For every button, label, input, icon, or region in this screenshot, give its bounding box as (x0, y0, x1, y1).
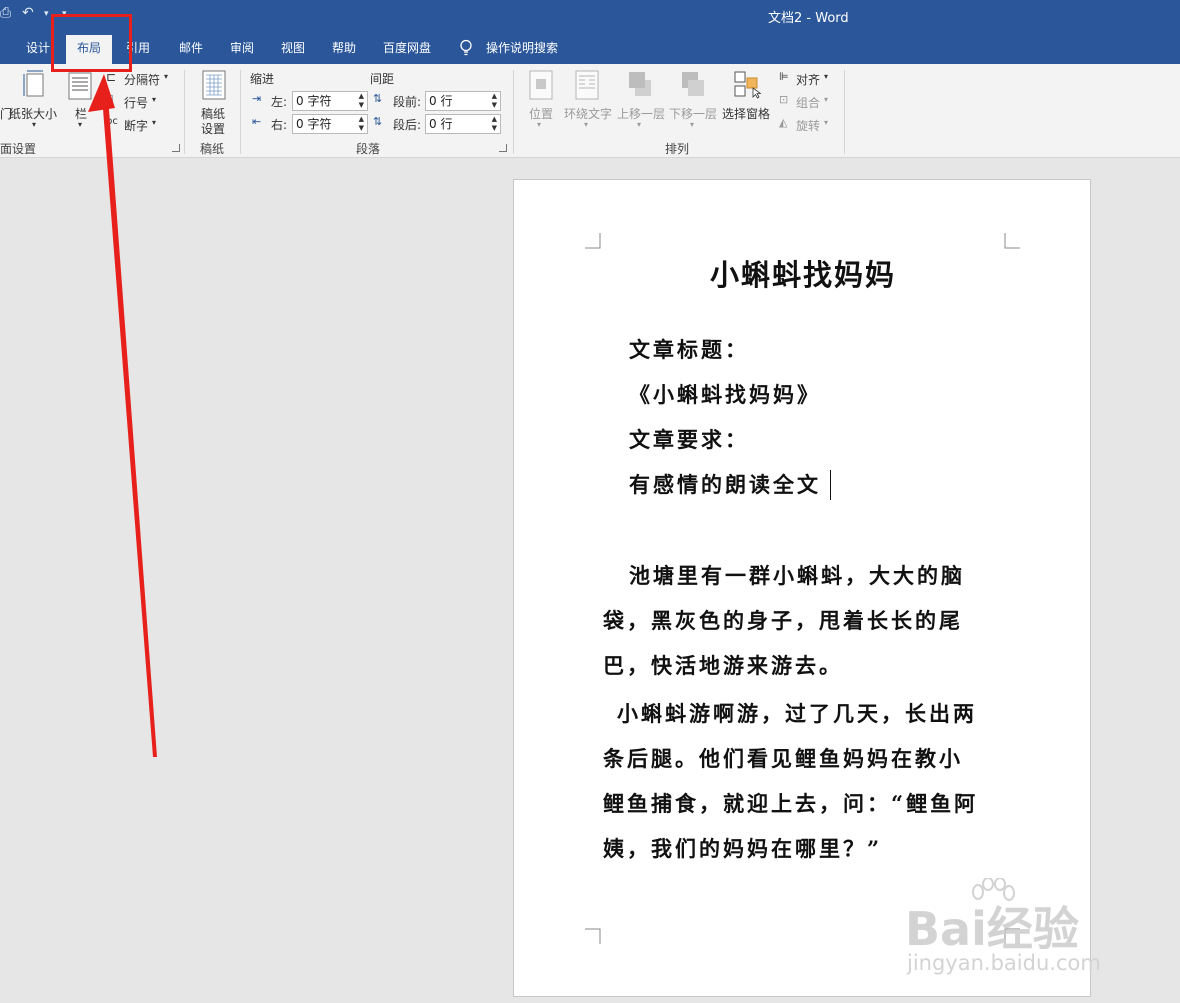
indent-left-label: 左: (271, 95, 288, 109)
rotate-button[interactable]: 旋转 (796, 117, 820, 134)
tab-baidu-netdisk[interactable]: 百度网盘 (383, 35, 438, 64)
group-divider (844, 70, 845, 154)
tab-view[interactable]: 视图 (281, 35, 311, 64)
indent-left-value: 0 字符 (296, 94, 332, 108)
tab-review[interactable]: 审阅 (230, 35, 260, 64)
document-line[interactable]: 池塘里有一群小蝌蚪，大大的脑 (629, 560, 965, 590)
group-icon[interactable]: ⊡ (779, 93, 788, 106)
document-line[interactable]: 有感情的朗读全文 (629, 469, 821, 499)
bring-forward-icon[interactable] (627, 70, 653, 100)
document-line[interactable]: 小蝌蚪游啊游，过了几天，长出两 (617, 698, 977, 728)
spacing-after-input[interactable]: 0 行 ▲ ▼ (425, 114, 501, 134)
send-backward-icon[interactable] (680, 70, 706, 100)
send-backward-dropdown-icon[interactable]: ▾ (690, 120, 694, 129)
group-divider (513, 70, 514, 154)
position-icon[interactable] (529, 70, 553, 100)
spinner-arrows-icon[interactable]: ▲ ▼ (492, 115, 497, 133)
rotate-dropdown-icon[interactable]: ▾ (824, 118, 828, 127)
align-button[interactable]: 对齐 (796, 71, 820, 88)
document-title[interactable]: 小蝌蚪找妈妈 (514, 252, 1092, 294)
align-dropdown-icon[interactable]: ▾ (824, 72, 828, 81)
wrap-text-icon[interactable] (575, 70, 599, 100)
manuscript-group-label: 稿纸 (200, 142, 225, 156)
align-icon[interactable]: ⊫ (779, 70, 789, 83)
spacing-after-label: 段后: (393, 118, 422, 132)
indent-header: 缩进 (250, 72, 275, 86)
crop-mark-top-left (585, 233, 601, 249)
document-page[interactable]: 小蝌蚪找妈妈 文章标题： 《小蝌蚪找妈妈》 文章要求： 有感情的朗读全文 池塘里… (513, 179, 1091, 997)
indent-left-icon: ⇥ (252, 92, 262, 105)
position-dropdown-icon[interactable]: ▾ (537, 120, 541, 129)
document-line[interactable]: 袋，黑灰色的身子，甩着长长的尾 (603, 605, 963, 635)
tell-me-search[interactable]: 操作说明搜索 (486, 35, 566, 64)
group-dropdown-icon[interactable]: ▾ (824, 95, 828, 104)
spacing-before-label: 段前: (393, 95, 422, 109)
watermark-url: jingyan.baidu.com (907, 951, 1101, 975)
indent-right-input[interactable]: 0 字符 ▲ ▼ (292, 114, 368, 134)
document-line[interactable]: 条后腿。他们看见鲤鱼妈妈在教小 (603, 743, 963, 773)
manuscript-icon[interactable] (202, 70, 226, 100)
spinner-arrows-icon[interactable]: ▲ ▼ (359, 92, 364, 110)
paragraph-launcher-icon[interactable] (499, 144, 507, 152)
spacing-before-input[interactable]: 0 行 ▲ ▼ (425, 91, 501, 111)
rotate-icon[interactable]: ◭ (779, 116, 787, 129)
bring-forward-dropdown-icon[interactable]: ▾ (637, 120, 641, 129)
spacing-header: 间距 (370, 72, 395, 86)
red-arrow-annotation (88, 74, 157, 757)
group-button[interactable]: 组合 (796, 94, 820, 111)
indent-right-icon: ⇤ (252, 115, 262, 128)
selection-pane-button[interactable]: 选择窗格 (722, 105, 770, 122)
document-line[interactable]: 姨，我们的妈妈在哪里？” (603, 833, 882, 863)
lightbulb-icon (460, 39, 472, 56)
document-line[interactable]: 文章要求： (629, 424, 749, 454)
crop-mark-bottom-left (585, 928, 601, 944)
tab-help[interactable]: 帮助 (332, 35, 362, 64)
document-line[interactable]: 鲤鱼捕食，就迎上去，问：“鲤鱼阿 (603, 788, 978, 818)
indent-left-input[interactable]: 0 字符 ▲ ▼ (292, 91, 368, 111)
selection-pane-icon[interactable] (733, 70, 761, 100)
manuscript-button-line2[interactable]: 设置 (201, 120, 225, 137)
spacing-before-icon: ⇅ (373, 92, 383, 105)
document-line[interactable]: 文章标题： (629, 334, 749, 364)
spinner-arrows-icon[interactable]: ▲ ▼ (492, 92, 497, 110)
text-cursor (830, 470, 831, 500)
document-line[interactable]: 《小蝌蚪找妈妈》 (629, 379, 821, 409)
document-line[interactable]: 巴，快活地游来游去。 (603, 650, 843, 680)
spacing-after-value: 0 行 (429, 117, 453, 131)
crop-mark-top-right (1004, 233, 1020, 249)
group-divider (240, 70, 241, 154)
arrange-group-label: 排列 (665, 142, 690, 156)
window-title: 文档2 - Word (768, 11, 849, 26)
watermark-logo: Bai经验 (905, 902, 1079, 956)
spinner-arrows-icon[interactable]: ▲ ▼ (359, 115, 364, 133)
indent-right-value: 0 字符 (296, 117, 332, 131)
spacing-after-icon: ⇅ (373, 115, 383, 128)
wrap-text-dropdown-icon[interactable]: ▾ (584, 120, 588, 129)
spacing-before-value: 0 行 (429, 94, 453, 108)
paragraph-group-label: 段落 (356, 142, 381, 156)
indent-right-label: 右: (271, 118, 288, 132)
